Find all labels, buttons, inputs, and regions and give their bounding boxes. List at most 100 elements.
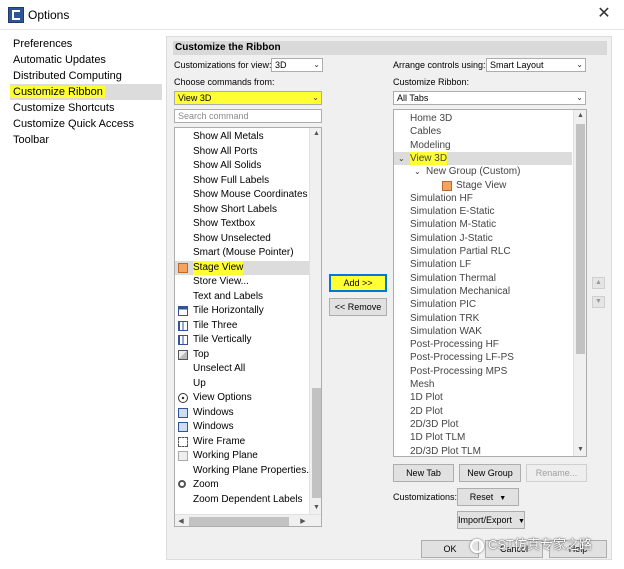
nav-item-preferences[interactable]: Preferences	[10, 36, 162, 52]
nav-item-distributed-computing[interactable]: Distributed Computing	[10, 68, 162, 84]
expand-chevron-icon[interactable]: ⌄	[398, 152, 405, 165]
ribbon-tree-item[interactable]: 1D Plot	[394, 391, 572, 404]
scroll-down-icon[interactable]: ▼	[574, 444, 586, 456]
app-logo-icon	[8, 7, 24, 23]
ribbon-tree-item[interactable]: Post-Processing LF-PS	[394, 351, 572, 364]
scroll-thumb[interactable]	[189, 517, 289, 526]
customizations-for-view-select[interactable]: 3D ⌄	[271, 58, 323, 72]
nav-item-customize-ribbon[interactable]: Customize Ribbon	[10, 84, 162, 100]
command-list-item[interactable]: Show All Solids	[175, 159, 309, 174]
ribbon-tree-item[interactable]: Mesh	[394, 378, 572, 391]
command-list-item[interactable]: Tile Three	[175, 319, 309, 334]
ribbon-tree-item[interactable]: ⌄ View 3D	[394, 151, 572, 166]
choose-commands-select[interactable]: View 3D ⌄	[174, 91, 322, 105]
scroll-up-icon[interactable]: ▲	[310, 128, 321, 140]
chevron-down-icon: ⌄	[576, 60, 583, 69]
command-label: View Options	[193, 392, 252, 403]
command-list-item[interactable]: Smart (Mouse Pointer)	[175, 246, 309, 261]
command-list-item[interactable]: Tile Vertically	[175, 333, 309, 348]
ribbon-tree-label: 2D/3D Plot TLM	[410, 445, 481, 457]
nav-item-automatic-updates[interactable]: Automatic Updates	[10, 52, 162, 68]
ribbon-tree-item[interactable]: Simulation TRK	[394, 312, 572, 325]
ribbon-tree-item[interactable]: Post-Processing HF	[394, 338, 572, 351]
add-button[interactable]: Add >>	[329, 274, 387, 292]
new-group-button[interactable]: New Group	[459, 464, 521, 482]
command-list-item[interactable]: Show Textbox	[175, 217, 309, 232]
close-icon[interactable]: ✕	[594, 4, 614, 24]
customize-ribbon-select[interactable]: All Tabs ⌄	[393, 91, 586, 105]
commands-list[interactable]: Show All Metals Show All Ports Show All So…	[174, 127, 322, 527]
search-command-input[interactable]: Search command	[174, 109, 322, 123]
command-list-item[interactable]: Working Plane Properties...	[175, 464, 315, 479]
scroll-left-icon[interactable]: ◀	[175, 515, 187, 526]
command-list-item[interactable]: Top	[175, 348, 309, 363]
ribbon-tree-item[interactable]: ⌄ New Group (Custom)	[394, 165, 572, 178]
ribbon-tree-item[interactable]: 1D Plot TLM	[394, 431, 572, 444]
nav-item-customize-shortcuts[interactable]: Customize Shortcuts	[10, 100, 162, 116]
command-list-item[interactable]: Show All Metals	[175, 130, 309, 145]
scroll-right-icon[interactable]: ▶	[297, 515, 309, 526]
ribbon-tree-item[interactable]: 2D Plot	[394, 405, 572, 418]
ribbon-tree-item[interactable]: Post-Processing MPS	[394, 365, 572, 378]
ribbon-tree-item[interactable]: Cables	[394, 125, 572, 138]
command-list-item[interactable]: Zoom Dependent Labels	[175, 493, 309, 508]
ribbon-tree-item[interactable]: Stage View	[394, 179, 572, 192]
remove-button[interactable]: << Remove	[329, 298, 387, 316]
command-label: Working Plane Properties...	[193, 464, 315, 476]
ribbon-tree-item[interactable]: Simulation M-Static	[394, 218, 572, 231]
command-list-item[interactable]: Windows	[175, 420, 309, 435]
import-export-button[interactable]: Import/Export ▼	[457, 511, 525, 529]
expand-chevron-icon[interactable]: ⌄	[414, 165, 421, 178]
command-list-item[interactable]: Up	[175, 377, 309, 392]
tree-vertical-scrollbar[interactable]: ▲ ▼	[573, 110, 586, 456]
command-list-item[interactable]: Show Mouse Coordinates	[175, 188, 309, 203]
command-list-item[interactable]: Unselect All	[175, 362, 309, 377]
options-nav: Preferences Automatic Updates Distribute…	[10, 36, 162, 146]
ribbon-tree-item[interactable]: 2D/3D Plot TLM	[394, 445, 572, 457]
command-list-item[interactable]: Working Plane	[175, 449, 309, 464]
title-bar: Options ✕	[0, 0, 624, 30]
command-list-item[interactable]: Show Full Labels	[175, 174, 309, 189]
command-list-item[interactable]: Text and Labels	[175, 290, 309, 305]
ribbon-tree-item[interactable]: Simulation HF	[394, 192, 572, 205]
ribbon-tree-item[interactable]: Simulation Partial RLC	[394, 245, 572, 258]
ribbon-tree-item[interactable]: Simulation Thermal	[394, 272, 572, 285]
command-list-item[interactable]: Show All Ports	[175, 145, 309, 160]
ribbon-tree-item[interactable]: Simulation PIC	[394, 298, 572, 311]
scroll-down-icon[interactable]: ▼	[310, 502, 321, 514]
rename-button[interactable]: Rename...	[526, 464, 587, 482]
reset-button[interactable]: Reset ▼	[457, 488, 519, 506]
command-label: Working Plane	[193, 450, 258, 461]
nav-item-customize-qat[interactable]: Customize Quick Access Toolbar	[10, 116, 162, 146]
command-list-item[interactable]: Windows	[175, 406, 309, 421]
command-list-item[interactable]: Store View...	[175, 275, 309, 290]
command-list-item[interactable]: Tile Horizontally	[175, 304, 309, 319]
new-tab-button[interactable]: New Tab	[393, 464, 454, 482]
ribbon-tree[interactable]: Home 3D Cables Modeling ⌄ View 3D ⌄ New Group …	[393, 109, 587, 457]
ribbon-tree-item[interactable]: Modeling	[394, 139, 572, 152]
commands-horizontal-scrollbar[interactable]: ◀ ▶	[175, 514, 321, 526]
ribbon-tree-item[interactable]: Simulation Mechanical	[394, 285, 572, 298]
scroll-up-icon[interactable]: ▲	[574, 110, 586, 122]
ribbon-tree-item[interactable]: 2D/3D Plot	[394, 418, 572, 431]
ribbon-tree-item[interactable]: Simulation LF	[394, 258, 572, 271]
command-label: Up	[193, 377, 206, 389]
command-list-item[interactable]: Show Unselected	[175, 232, 309, 247]
window-title: Options	[28, 8, 70, 22]
arrange-controls-select[interactable]: Smart Layout ⌄	[486, 58, 586, 72]
command-list-item[interactable]: View Options	[175, 391, 309, 406]
command-list-item[interactable]: Wire Frame	[175, 435, 309, 450]
scroll-thumb[interactable]	[576, 124, 585, 354]
ribbon-tree-item[interactable]: Simulation J-Static	[394, 232, 572, 245]
commands-vertical-scrollbar[interactable]: ▲ ▼	[309, 128, 321, 514]
command-list-item[interactable]: Stage View	[175, 260, 309, 275]
command-list-item[interactable]: Zoom	[175, 478, 309, 493]
command-list-item[interactable]: Show Short Labels	[175, 203, 309, 218]
ribbon-tree-item[interactable]: Simulation E-Static	[394, 205, 572, 218]
ribbon-tree-item[interactable]: Simulation WAK	[394, 325, 572, 338]
move-down-icon[interactable]: ▼	[592, 296, 605, 308]
scroll-thumb[interactable]	[312, 388, 321, 498]
ribbon-tree-item[interactable]: Home 3D	[394, 112, 572, 125]
move-up-icon[interactable]: ▲	[592, 277, 605, 289]
reset-label: Reset	[469, 492, 494, 502]
